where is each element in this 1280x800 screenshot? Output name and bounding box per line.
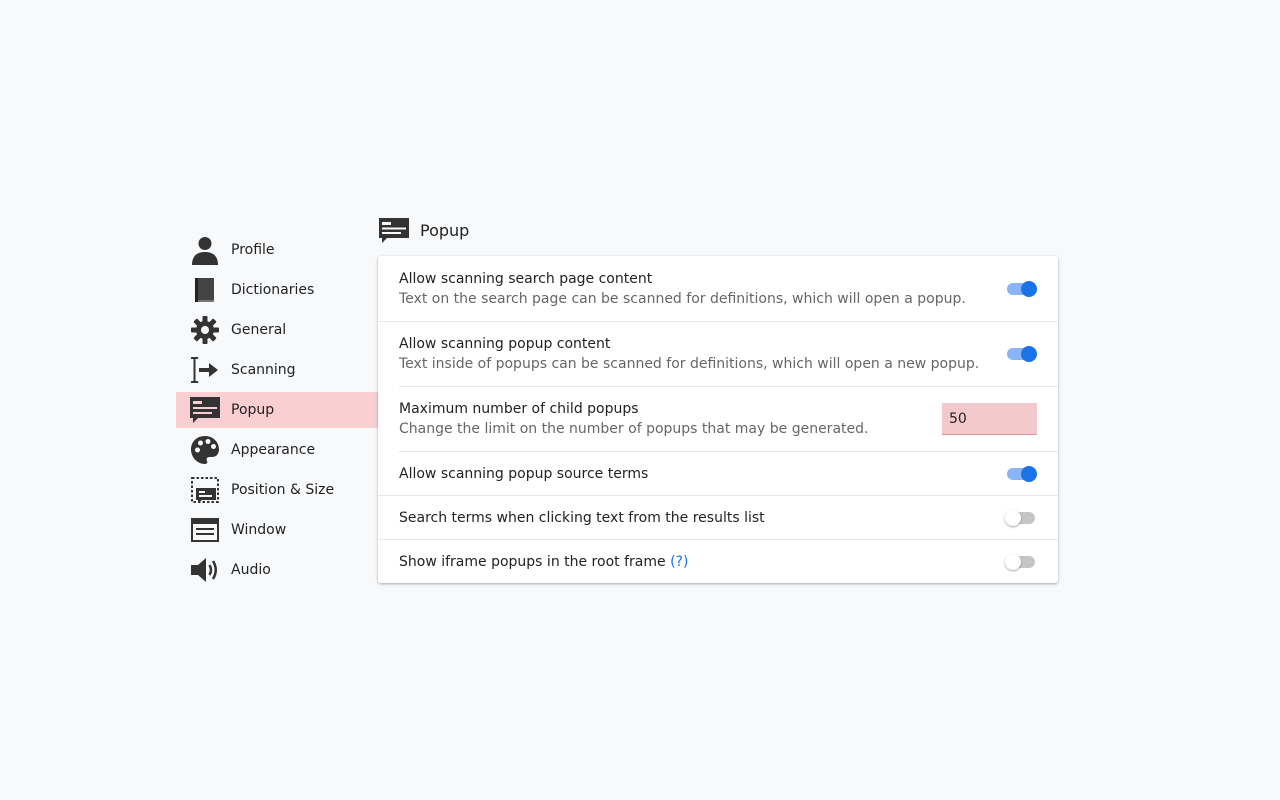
speaker-icon	[190, 555, 220, 585]
sidebar-item-label: Appearance	[231, 442, 316, 458]
settings-sidebar: Profile Dictionaries General Scanning Po…	[176, 232, 378, 592]
toggle-knob	[1005, 509, 1021, 526]
sidebar-item-audio[interactable]: Audio	[176, 552, 378, 588]
setting-iframe-root-frame: Show iframe popups in the root frame (?)	[378, 539, 1058, 583]
sidebar-item-general[interactable]: General	[176, 312, 378, 348]
text-cursor-arrow-icon	[190, 355, 220, 385]
setting-max-child-popups: Maximum number of child popups Change th…	[399, 386, 1058, 451]
sidebar-item-label: General	[231, 322, 287, 338]
gear-icon	[190, 315, 220, 345]
sidebar-item-window[interactable]: Window	[176, 512, 378, 548]
position-size-icon	[190, 475, 220, 505]
setting-description: Text inside of popups can be scanned for…	[399, 356, 980, 372]
setting-description: Change the limit on the number of popups…	[399, 421, 869, 437]
settings-panel: Allow scanning search page content Text …	[378, 256, 1058, 583]
setting-title-text: Show iframe popups in the root frame	[399, 553, 666, 570]
toggle-knob	[1021, 346, 1037, 362]
sidebar-item-dictionaries[interactable]: Dictionaries	[176, 272, 378, 308]
setting-title: Search terms when clicking text from the…	[399, 509, 765, 526]
sidebar-item-label: Audio	[231, 562, 271, 578]
palette-icon	[190, 435, 220, 465]
search-on-click-toggle[interactable]	[1005, 508, 1037, 528]
sidebar-item-label: Profile	[231, 242, 275, 258]
page-title: Popup	[420, 220, 470, 240]
popup-icon	[378, 215, 410, 245]
sidebar-item-profile[interactable]: Profile	[176, 232, 378, 268]
setting-title: Show iframe popups in the root frame (?)	[399, 552, 688, 572]
popup-icon	[190, 395, 220, 425]
section-heading: Popup	[378, 215, 469, 245]
help-link[interactable]: (?)	[670, 554, 688, 570]
setting-description: Text on the search page can be scanned f…	[399, 290, 966, 307]
window-icon	[190, 515, 220, 545]
sidebar-item-popup[interactable]: Popup	[176, 392, 378, 428]
scan-search-page-toggle[interactable]	[1005, 279, 1037, 299]
person-icon	[190, 235, 220, 265]
setting-scan-popup-source-terms: Allow scanning popup source terms	[399, 451, 1058, 495]
sidebar-item-label: Window	[231, 522, 287, 538]
setting-search-on-click: Search terms when clicking text from the…	[378, 495, 1058, 539]
sidebar-item-position-size[interactable]: Position & Size	[176, 472, 378, 508]
book-icon	[190, 275, 220, 305]
max-child-popups-input[interactable]	[942, 403, 1037, 435]
sidebar-item-scanning[interactable]: Scanning	[176, 352, 378, 388]
sidebar-item-label: Position & Size	[231, 482, 335, 498]
sidebar-item-label: Dictionaries	[231, 282, 315, 298]
setting-text: Maximum number of child popups Change th…	[399, 399, 868, 439]
setting-title: Allow scanning popup source terms	[399, 465, 649, 482]
sidebar-item-label: Scanning	[231, 362, 296, 378]
sidebar-item-label: Popup	[231, 402, 275, 418]
sidebar-item-appearance[interactable]: Appearance	[176, 432, 378, 468]
setting-title: Allow scanning search page content	[399, 270, 653, 287]
toggle-knob	[1005, 553, 1021, 570]
toggle-knob	[1021, 280, 1037, 297]
setting-scan-popup-content: Allow scanning popup content Text inside…	[378, 321, 1058, 386]
setting-scan-search-page: Allow scanning search page content Text …	[378, 256, 1058, 321]
scan-popup-source-terms-toggle[interactable]	[1005, 464, 1037, 484]
setting-text: Allow scanning search page content Text …	[399, 269, 966, 309]
setting-title: Maximum number of child popups	[399, 401, 639, 417]
setting-text: Allow scanning popup content Text inside…	[399, 334, 979, 374]
iframe-root-frame-toggle[interactable]	[1005, 552, 1037, 572]
setting-title: Allow scanning popup content	[399, 336, 611, 352]
toggle-knob	[1021, 465, 1037, 482]
scan-popup-content-toggle[interactable]	[1005, 344, 1037, 364]
